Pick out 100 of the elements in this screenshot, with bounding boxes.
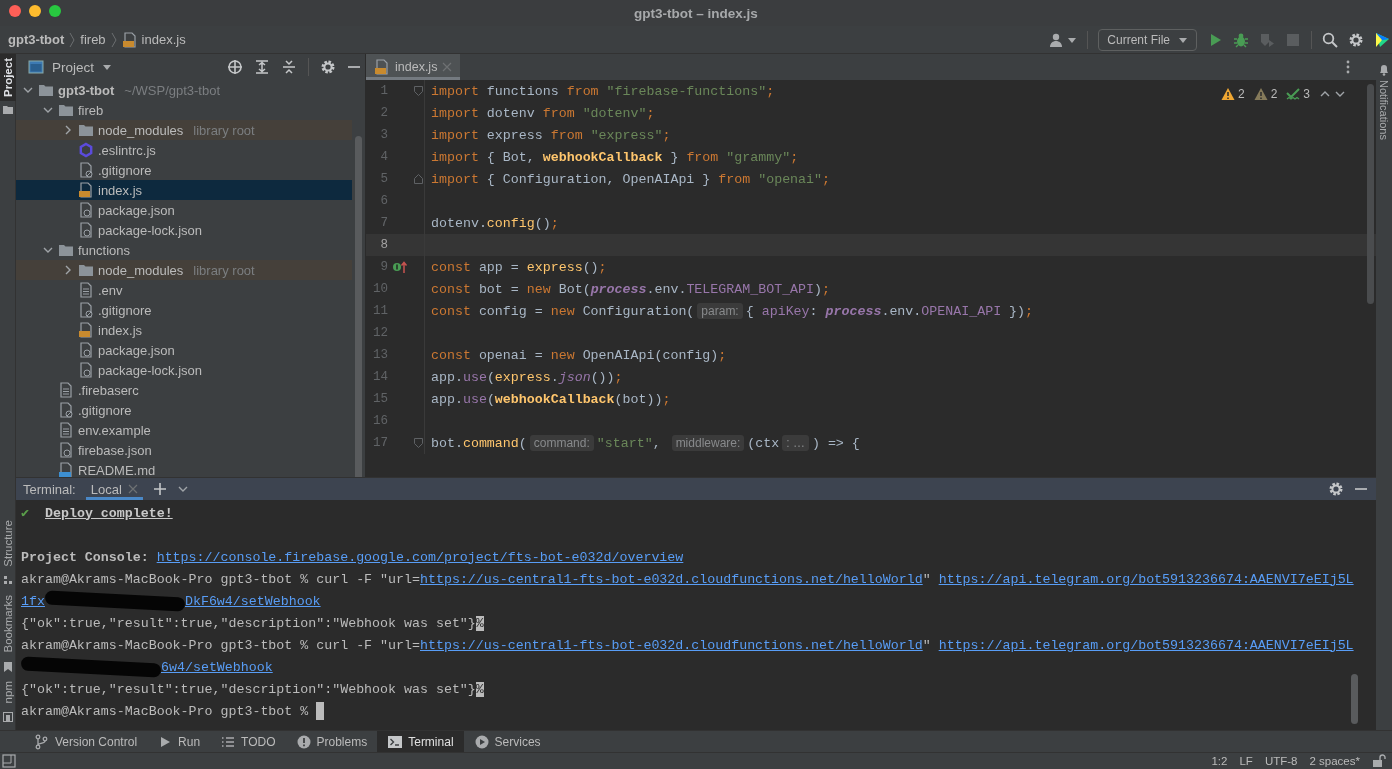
line-number: 4 bbox=[379, 150, 388, 164]
crosshair-icon[interactable] bbox=[227, 59, 243, 75]
line-number: 14 bbox=[372, 370, 388, 384]
terminal-link[interactable]: https://console.firebase.google.com/project/fts-bot-e032d/overview bbox=[156, 549, 684, 565]
code-line: bot.command( command: "start", middleware: (ctx : … ) => { bbox=[431, 435, 860, 451]
tree-item[interactable]: .gitignore bbox=[16, 300, 352, 320]
tree-item[interactable]: README.md bbox=[16, 460, 352, 477]
status-item[interactable]: UTF-8 bbox=[1264, 755, 1298, 767]
bug-icon[interactable] bbox=[1233, 31, 1249, 48]
text-file-icon bbox=[58, 422, 74, 438]
terminal-line: akram@Akrams-MacBook-Pro gpt3-tbot % bbox=[21, 700, 1376, 722]
inspection-count[interactable]: 2 bbox=[1237, 87, 1245, 101]
terminal-link[interactable]: DkF6w4/setWebhook bbox=[184, 593, 321, 609]
js-file-icon bbox=[78, 322, 94, 338]
logo-icon[interactable] bbox=[1374, 31, 1390, 48]
status-item[interactable]: 1:2 bbox=[1211, 755, 1228, 767]
square-icon bbox=[2, 712, 13, 722]
tree-item[interactable]: functions bbox=[16, 240, 352, 260]
tree-item[interactable]: fireb bbox=[16, 100, 352, 120]
scrollbar[interactable] bbox=[1367, 84, 1374, 304]
inspection-count[interactable]: 2 bbox=[1270, 87, 1278, 101]
window-icon bbox=[28, 59, 44, 75]
tree-item[interactable]: index.js bbox=[16, 320, 352, 340]
fold-icon[interactable] bbox=[413, 438, 423, 448]
status-item[interactable]: LF bbox=[1239, 755, 1253, 767]
minimize-button[interactable] bbox=[29, 5, 41, 17]
panel-title-dropdown[interactable]: Project bbox=[28, 59, 113, 75]
tree-item[interactable]: .env bbox=[16, 280, 352, 300]
tree-item[interactable]: package-lock.json bbox=[16, 360, 352, 380]
terminal-link[interactable]: https://api.telegram.org/bot5913236674:AAENVI7eEIj5L bbox=[938, 571, 1354, 587]
tree-item[interactable]: firebase.json bbox=[16, 440, 352, 460]
close-button[interactable] bbox=[9, 5, 21, 17]
breadcrumb-item[interactable]: index.js bbox=[141, 32, 186, 47]
tree-item[interactable]: index.js bbox=[16, 180, 352, 200]
breadcrumb-item[interactable]: gpt3-tbot bbox=[8, 32, 65, 47]
code-line: app.use(express.json()); bbox=[431, 369, 623, 385]
editor-tab[interactable]: index.js bbox=[366, 54, 461, 80]
tree-item[interactable]: package.json bbox=[16, 340, 352, 360]
tool-window-tab[interactable]: TODO bbox=[210, 731, 286, 752]
fold-icon[interactable] bbox=[413, 174, 423, 184]
tool-window-tab[interactable]: npm bbox=[0, 676, 16, 707]
tree-item[interactable]: .gitignore bbox=[16, 400, 352, 420]
code-line: import dotenv from "dotenv"; bbox=[431, 105, 655, 121]
tool-window-tab[interactable]: Problems bbox=[285, 731, 378, 752]
collapse-all-icon[interactable] bbox=[281, 59, 297, 75]
breadcrumb-item[interactable]: fireb bbox=[80, 32, 106, 47]
line-number: 6 bbox=[379, 194, 388, 208]
tool-window-tab[interactable]: Notifications bbox=[1376, 80, 1392, 140]
tree-item[interactable]: node_modules library root bbox=[16, 120, 352, 140]
tree-item[interactable]: package.json bbox=[16, 200, 352, 220]
tool-window-tab[interactable]: Run bbox=[147, 731, 211, 752]
layout-icon[interactable] bbox=[2, 754, 16, 768]
search-icon[interactable] bbox=[1322, 31, 1338, 48]
caret-icon bbox=[102, 62, 113, 72]
tool-window-tab[interactable]: Terminal bbox=[377, 731, 464, 752]
terminal-link[interactable]: 1fx bbox=[21, 593, 45, 609]
bookmark-icon bbox=[2, 661, 13, 672]
tree-item[interactable]: gpt3-tbot ~/WSP/gpt3-tbot bbox=[16, 80, 352, 100]
tool-window-tab[interactable]: Bookmarks bbox=[0, 591, 16, 657]
terminal-line: akram@Akrams-MacBook-Pro gpt3-tbot % curl -F "url=https://us-central1-fts-bot-e032d.cloudfunctions.net/helloWorld" https://api.telegram.org/bot5913236674:AAENVI7eEIj5L bbox=[21, 570, 1355, 589]
inspection-count[interactable]: 3 bbox=[1303, 87, 1310, 101]
code-line: dotenv.config(); bbox=[431, 215, 559, 231]
tree-item[interactable]: .eslintrc.js bbox=[16, 140, 352, 160]
code-line: import { Configuration, OpenAIApi } from "openai"; bbox=[431, 171, 830, 187]
tool-window-tab[interactable]: Services bbox=[463, 731, 551, 752]
settings-icon[interactable] bbox=[1348, 31, 1364, 48]
code-line: import express from "express"; bbox=[431, 127, 671, 143]
status-item[interactable]: 2 spaces* bbox=[1309, 755, 1360, 767]
tool-window-tab[interactable]: Structure bbox=[0, 516, 16, 572]
tree-item[interactable]: package-lock.json bbox=[16, 220, 352, 240]
branch-icon bbox=[34, 733, 50, 750]
plus-icon[interactable] bbox=[152, 482, 167, 496]
scrollbar[interactable] bbox=[1351, 674, 1358, 724]
more-icon[interactable] bbox=[1346, 60, 1350, 74]
scrollbar[interactable] bbox=[355, 136, 362, 477]
terminal-link[interactable]: https://api.telegram.org/bot5913236674:AAENVI7eEIj5L bbox=[938, 637, 1354, 653]
bell-icon[interactable] bbox=[1378, 64, 1390, 76]
grid-icon bbox=[2, 576, 13, 587]
tree-item[interactable]: .firebaserc bbox=[16, 380, 352, 400]
expand-all-icon[interactable] bbox=[254, 59, 270, 75]
tree-item[interactable]: node_modules library root bbox=[16, 260, 352, 280]
session-tab[interactable]: Local bbox=[85, 478, 143, 500]
fold-icon[interactable] bbox=[413, 86, 423, 96]
terminal-link[interactable]: https://us-central1-fts-bot-e032d.cloudfunctions.net/helloWorld bbox=[420, 571, 923, 587]
terminal-line: {"ok":true,"result":true,"description":"Webhook was set"}% bbox=[21, 614, 485, 633]
tool-window-tab[interactable]: Version Control bbox=[24, 731, 148, 752]
tree-item[interactable]: .gitignore bbox=[16, 160, 352, 180]
folder-icon bbox=[58, 102, 74, 118]
run-configuration-dropdown[interactable]: Current File bbox=[1098, 28, 1197, 51]
folder-icon bbox=[58, 242, 74, 258]
code-line: import functions from "firebase-functions"; bbox=[431, 83, 775, 99]
settings-icon[interactable] bbox=[1328, 481, 1344, 497]
tree-item[interactable]: env.example bbox=[16, 420, 352, 440]
maximize-button[interactable] bbox=[49, 5, 61, 17]
tool-window-tab[interactable]: Project bbox=[0, 54, 16, 101]
terminal-link[interactable]: 6w4/setWebhook bbox=[161, 659, 273, 675]
line-number: 8 bbox=[379, 238, 388, 252]
terminal-link[interactable]: https://us-central1-fts-bot-e032d.cloudfunctions.net/helloWorld bbox=[420, 637, 923, 653]
settings-icon[interactable] bbox=[320, 59, 336, 75]
lock-icon[interactable] bbox=[1372, 754, 1386, 768]
